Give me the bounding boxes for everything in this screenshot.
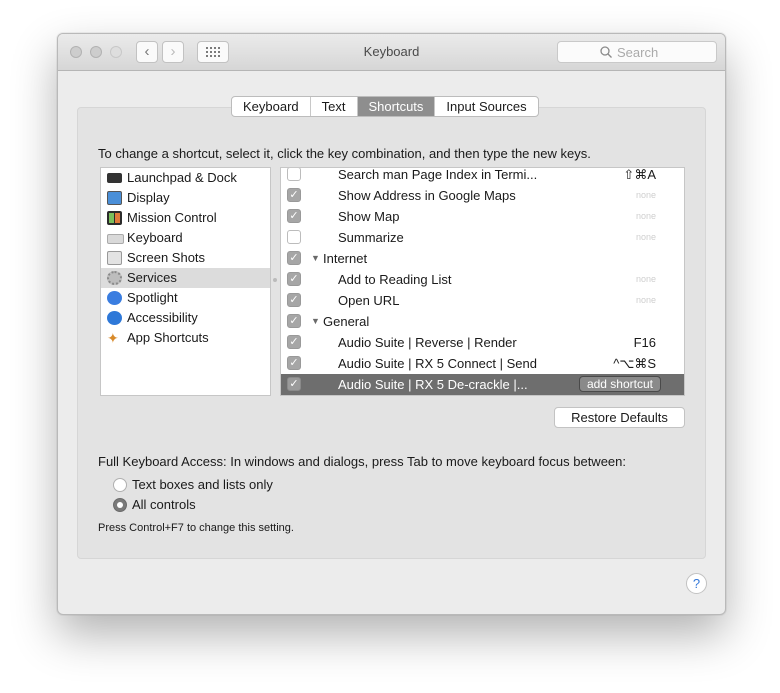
instruction-text: To change a shortcut, select it, click t… <box>98 146 591 161</box>
shortcut-key[interactable]: none <box>636 185 656 206</box>
shortcut-row[interactable]: Search man Page Index in Termi... ⇧⌘A <box>281 168 684 185</box>
disclosure-triangle-icon[interactable]: ▼ <box>311 248 320 269</box>
preferences-window: ‹ › Keyboard Search Keyboard Text Shortc… <box>57 33 726 615</box>
help-icon: ? <box>692 576 701 591</box>
shortcut-row[interactable]: Summarize none <box>281 227 684 248</box>
keyboard-icon <box>107 234 124 244</box>
launchpad-dock-icon <box>107 173 122 183</box>
shortcut-checkbox[interactable]: ✓ <box>287 377 301 391</box>
screenshot-icon <box>107 251 122 265</box>
shortcut-row[interactable]: ✓ Audio Suite | RX 5 Connect | Send ^⌥⌘S <box>281 353 684 374</box>
category-display[interactable]: Display <box>101 188 270 208</box>
search-placeholder: Search <box>617 45 659 60</box>
category-accessibility[interactable]: Accessibility <box>101 308 270 328</box>
shortcut-row[interactable]: ✓ Audio Suite | Reverse | Render F16 <box>281 332 684 353</box>
display-icon <box>107 191 122 205</box>
shortcut-key[interactable]: ⇧⌘A <box>623 168 656 185</box>
category-list[interactable]: Launchpad & Dock Display Mission Control… <box>100 167 271 396</box>
mission-control-icon <box>107 211 122 225</box>
category-screen-shots[interactable]: Screen Shots <box>101 248 270 268</box>
shortcut-row[interactable]: ✓ Open URL none <box>281 290 684 311</box>
shortcut-checkbox[interactable]: ✓ <box>287 293 301 307</box>
restore-defaults-button[interactable]: Restore Defaults <box>554 407 685 428</box>
title-bar: ‹ › Keyboard Search <box>58 34 725 71</box>
shortcut-key[interactable]: none <box>636 206 656 227</box>
text-boxes-radio[interactable] <box>113 478 127 492</box>
all-controls-label[interactable]: All controls <box>132 497 196 512</box>
shortcut-row[interactable]: ✓ Show Address in Google Maps none <box>281 185 684 206</box>
tab-bar: Keyboard Text Shortcuts Input Sources <box>231 96 539 117</box>
shortcut-key[interactable]: none <box>636 227 656 248</box>
shortcut-row[interactable]: ✓ Add to Reading List none <box>281 269 684 290</box>
shortcut-row-selected[interactable]: ✓ Audio Suite | RX 5 De-crackle |... add… <box>281 374 684 395</box>
category-services[interactable]: Services <box>101 268 270 288</box>
disclosure-triangle-icon[interactable]: ▼ <box>311 311 320 332</box>
shortcut-key[interactable]: none <box>636 269 656 290</box>
category-keyboard[interactable]: Keyboard <box>101 228 270 248</box>
shortcut-checkbox[interactable]: ✓ <box>287 356 301 370</box>
all-controls-radio[interactable] <box>113 498 127 512</box>
app-shortcuts-icon: ✦ <box>107 330 119 346</box>
shortcut-checkbox[interactable]: ✓ <box>287 188 301 202</box>
shortcuts-list[interactable]: Search man Page Index in Termi... ⇧⌘A ✓ … <box>280 167 685 396</box>
shortcut-checkbox[interactable] <box>287 230 301 244</box>
category-launchpad-dock[interactable]: Launchpad & Dock <box>101 168 270 188</box>
category-mission-control[interactable]: Mission Control <box>101 208 270 228</box>
category-app-shortcuts[interactable]: ✦ App Shortcuts <box>101 328 270 348</box>
shortcut-checkbox[interactable]: ✓ <box>287 272 301 286</box>
split-view-divider[interactable] <box>273 278 277 282</box>
shortcut-checkbox[interactable] <box>287 168 301 181</box>
add-shortcut-button[interactable]: add shortcut <box>578 376 661 392</box>
full-keyboard-access-label: Full Keyboard Access: In windows and dia… <box>98 454 626 469</box>
help-button[interactable]: ? <box>686 573 707 594</box>
search-field[interactable]: Search <box>557 41 717 63</box>
tab-text[interactable]: Text <box>309 97 357 116</box>
category-spotlight[interactable]: Spotlight <box>101 288 270 308</box>
search-icon <box>600 46 612 58</box>
shortcut-group-row[interactable]: ✓ ▼ General <box>281 311 684 332</box>
shortcut-checkbox[interactable]: ✓ <box>287 209 301 223</box>
shortcut-key[interactable]: ^⌥⌘S <box>613 353 656 374</box>
spotlight-icon <box>107 291 122 305</box>
shortcut-checkbox[interactable]: ✓ <box>287 251 301 265</box>
keyboard-access-hint: Press Control+F7 to change this setting. <box>98 522 294 534</box>
shortcut-group-row[interactable]: ✓ ▼ Internet <box>281 248 684 269</box>
tab-shortcuts[interactable]: Shortcuts <box>356 97 435 116</box>
shortcut-checkbox[interactable]: ✓ <box>287 335 301 349</box>
shortcut-checkbox[interactable]: ✓ <box>287 314 301 328</box>
tab-input-sources[interactable]: Input Sources <box>434 97 537 116</box>
text-boxes-label[interactable]: Text boxes and lists only <box>132 477 273 492</box>
accessibility-icon <box>107 311 122 325</box>
gear-icon <box>107 271 122 285</box>
shortcut-row[interactable]: ✓ Show Map none <box>281 206 684 227</box>
shortcut-key[interactable]: F16 <box>634 332 656 353</box>
tab-keyboard[interactable]: Keyboard <box>232 97 310 116</box>
shortcut-key[interactable]: none <box>636 290 656 311</box>
